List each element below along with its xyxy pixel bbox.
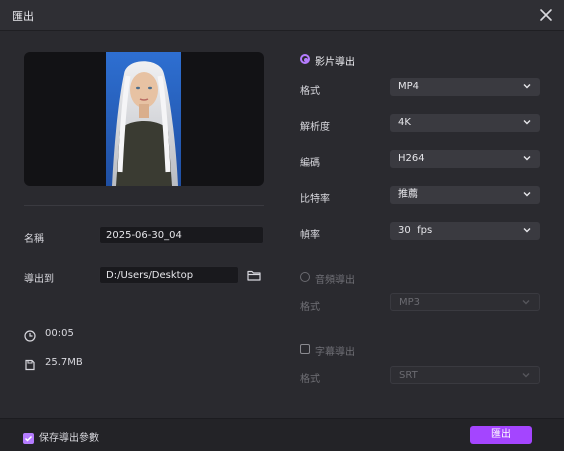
- resolution-value: 4K: [398, 117, 411, 128]
- bitrate-value: 推薦: [398, 189, 418, 200]
- subtitle-format-value: SRT: [399, 370, 418, 381]
- filesize-value: 25.7MB: [45, 357, 83, 368]
- name-label: 名稱: [24, 234, 44, 245]
- audio-export-label: 音頻導出: [315, 275, 355, 286]
- audio-format-select[interactable]: MP3: [390, 293, 540, 311]
- video-export-label: 影片導出: [315, 57, 355, 68]
- bitrate-label: 比特率: [300, 194, 330, 205]
- codec-select[interactable]: H264: [390, 150, 540, 168]
- subtitle-export-checkbox[interactable]: [300, 344, 310, 354]
- bitrate-select[interactable]: 推薦: [390, 186, 540, 204]
- name-input[interactable]: 2025-06-30_04: [99, 226, 264, 244]
- checkbox-checked-icon[interactable]: [23, 429, 34, 444]
- clock-icon: [24, 327, 36, 342]
- fps-value: 30 fps: [398, 225, 433, 236]
- chevron-down-icon: [523, 156, 531, 161]
- file-icon: [24, 356, 36, 371]
- resolution-select[interactable]: 4K: [390, 114, 540, 132]
- codec-label: 編碼: [300, 158, 320, 169]
- chevron-down-icon: [523, 84, 531, 89]
- duration-value: 00:05: [45, 328, 74, 339]
- title-bar: 匯出: [0, 0, 564, 31]
- audio-export-radio[interactable]: [300, 272, 310, 282]
- dialog-title: 匯出: [12, 10, 34, 23]
- folder-icon[interactable]: [247, 267, 261, 281]
- divider: [24, 205, 264, 206]
- chevron-down-icon: [522, 373, 530, 378]
- chevron-down-icon: [523, 120, 531, 125]
- chevron-down-icon: [523, 192, 531, 197]
- subtitle-export-label: 字幕導出: [315, 347, 355, 358]
- export-button[interactable]: 匯出: [470, 426, 532, 444]
- chevron-down-icon: [523, 228, 531, 233]
- fps-select[interactable]: 30 fps: [390, 222, 540, 240]
- video-format-select[interactable]: MP4: [390, 78, 540, 96]
- close-icon[interactable]: [536, 5, 556, 25]
- resolution-label: 解析度: [300, 122, 330, 133]
- chevron-down-icon: [522, 300, 530, 305]
- audio-format-label: 格式: [300, 302, 320, 313]
- audio-format-value: MP3: [399, 297, 421, 308]
- codec-value: H264: [398, 153, 425, 164]
- video-format-value: MP4: [398, 81, 420, 92]
- video-export-radio[interactable]: [300, 54, 310, 64]
- subtitle-format-select[interactable]: SRT: [390, 366, 540, 384]
- export-dialog: 匯出 名稱 2025-06-30_04 導出到 D:/Users/Desktop…: [0, 0, 564, 451]
- fps-label: 幀率: [300, 230, 320, 241]
- preview-thumbnail: [106, 52, 181, 186]
- video-format-label: 格式: [300, 86, 320, 97]
- export-to-label: 導出到: [24, 274, 54, 285]
- subtitle-format-label: 格式: [300, 374, 320, 385]
- export-path-input[interactable]: D:/Users/Desktop: [99, 266, 239, 284]
- save-params-label: 保存導出參數: [39, 433, 99, 444]
